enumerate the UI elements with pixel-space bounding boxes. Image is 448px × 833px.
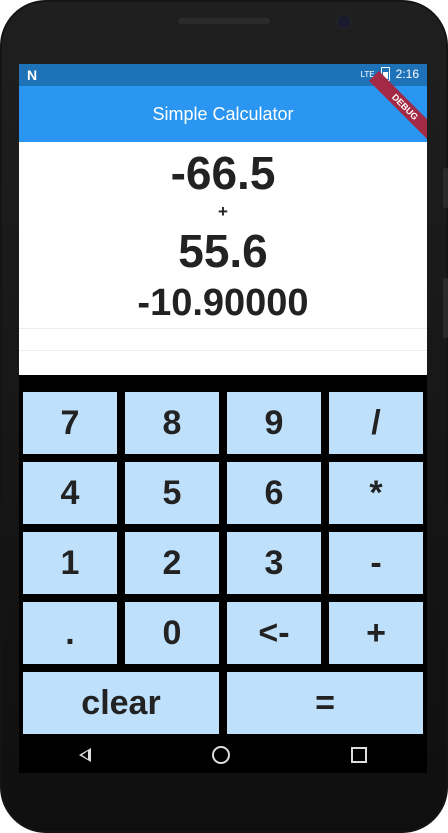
app-bar: Simple Calculator DEBUG	[19, 70, 427, 144]
volume-up-button[interactable]	[443, 168, 448, 208]
key-multiply[interactable]: *	[329, 462, 423, 524]
key-subtract[interactable]: -	[329, 532, 423, 594]
operand-1: -66.5	[170, 147, 276, 199]
navigation-bar	[19, 737, 427, 773]
key-1[interactable]: 1	[23, 532, 117, 594]
keypad: 7 8 9 / 4 5 6 * 1 2 3 - . 0 <- + clear =	[19, 388, 427, 737]
divider	[19, 328, 427, 329]
result: -10.90000	[137, 282, 309, 324]
key-2[interactable]: 2	[125, 532, 219, 594]
key-4[interactable]: 4	[23, 462, 117, 524]
key-6[interactable]: 6	[227, 462, 321, 524]
device-screen: N LTE 2:16 Simple Calculator DEBUG -66.5…	[19, 64, 427, 773]
calculator-display: -66.5 + 55.6 -10.90000	[19, 142, 427, 375]
equals-button[interactable]: =	[227, 672, 423, 734]
status-bar: N LTE 2:16	[19, 64, 427, 86]
key-add[interactable]: +	[329, 602, 423, 664]
home-icon[interactable]	[211, 746, 230, 764]
clear-button[interactable]: clear	[23, 672, 219, 734]
clock: 2:16	[395, 67, 419, 81]
notification-icon: N	[27, 67, 38, 83]
back-icon[interactable]	[79, 748, 92, 762]
recent-apps-icon[interactable]	[350, 747, 367, 763]
key-divide[interactable]: /	[329, 392, 423, 454]
speaker-grille	[178, 18, 270, 24]
key-7[interactable]: 7	[23, 392, 117, 454]
phone-frame: N LTE 2:16 Simple Calculator DEBUG -66.5…	[0, 0, 448, 833]
app-title: Simple Calculator	[152, 103, 294, 124]
power-button[interactable]	[443, 278, 448, 338]
front-camera	[338, 16, 350, 28]
operator: +	[218, 202, 228, 221]
operand-2: 55.6	[178, 225, 268, 277]
key-0[interactable]: 0	[125, 602, 219, 664]
key-8[interactable]: 8	[125, 392, 219, 454]
key-backspace[interactable]: <-	[227, 602, 321, 664]
key-3[interactable]: 3	[227, 532, 321, 594]
divider	[19, 350, 427, 351]
key-decimal[interactable]: .	[23, 602, 117, 664]
key-9[interactable]: 9	[227, 392, 321, 454]
key-5[interactable]: 5	[125, 462, 219, 524]
